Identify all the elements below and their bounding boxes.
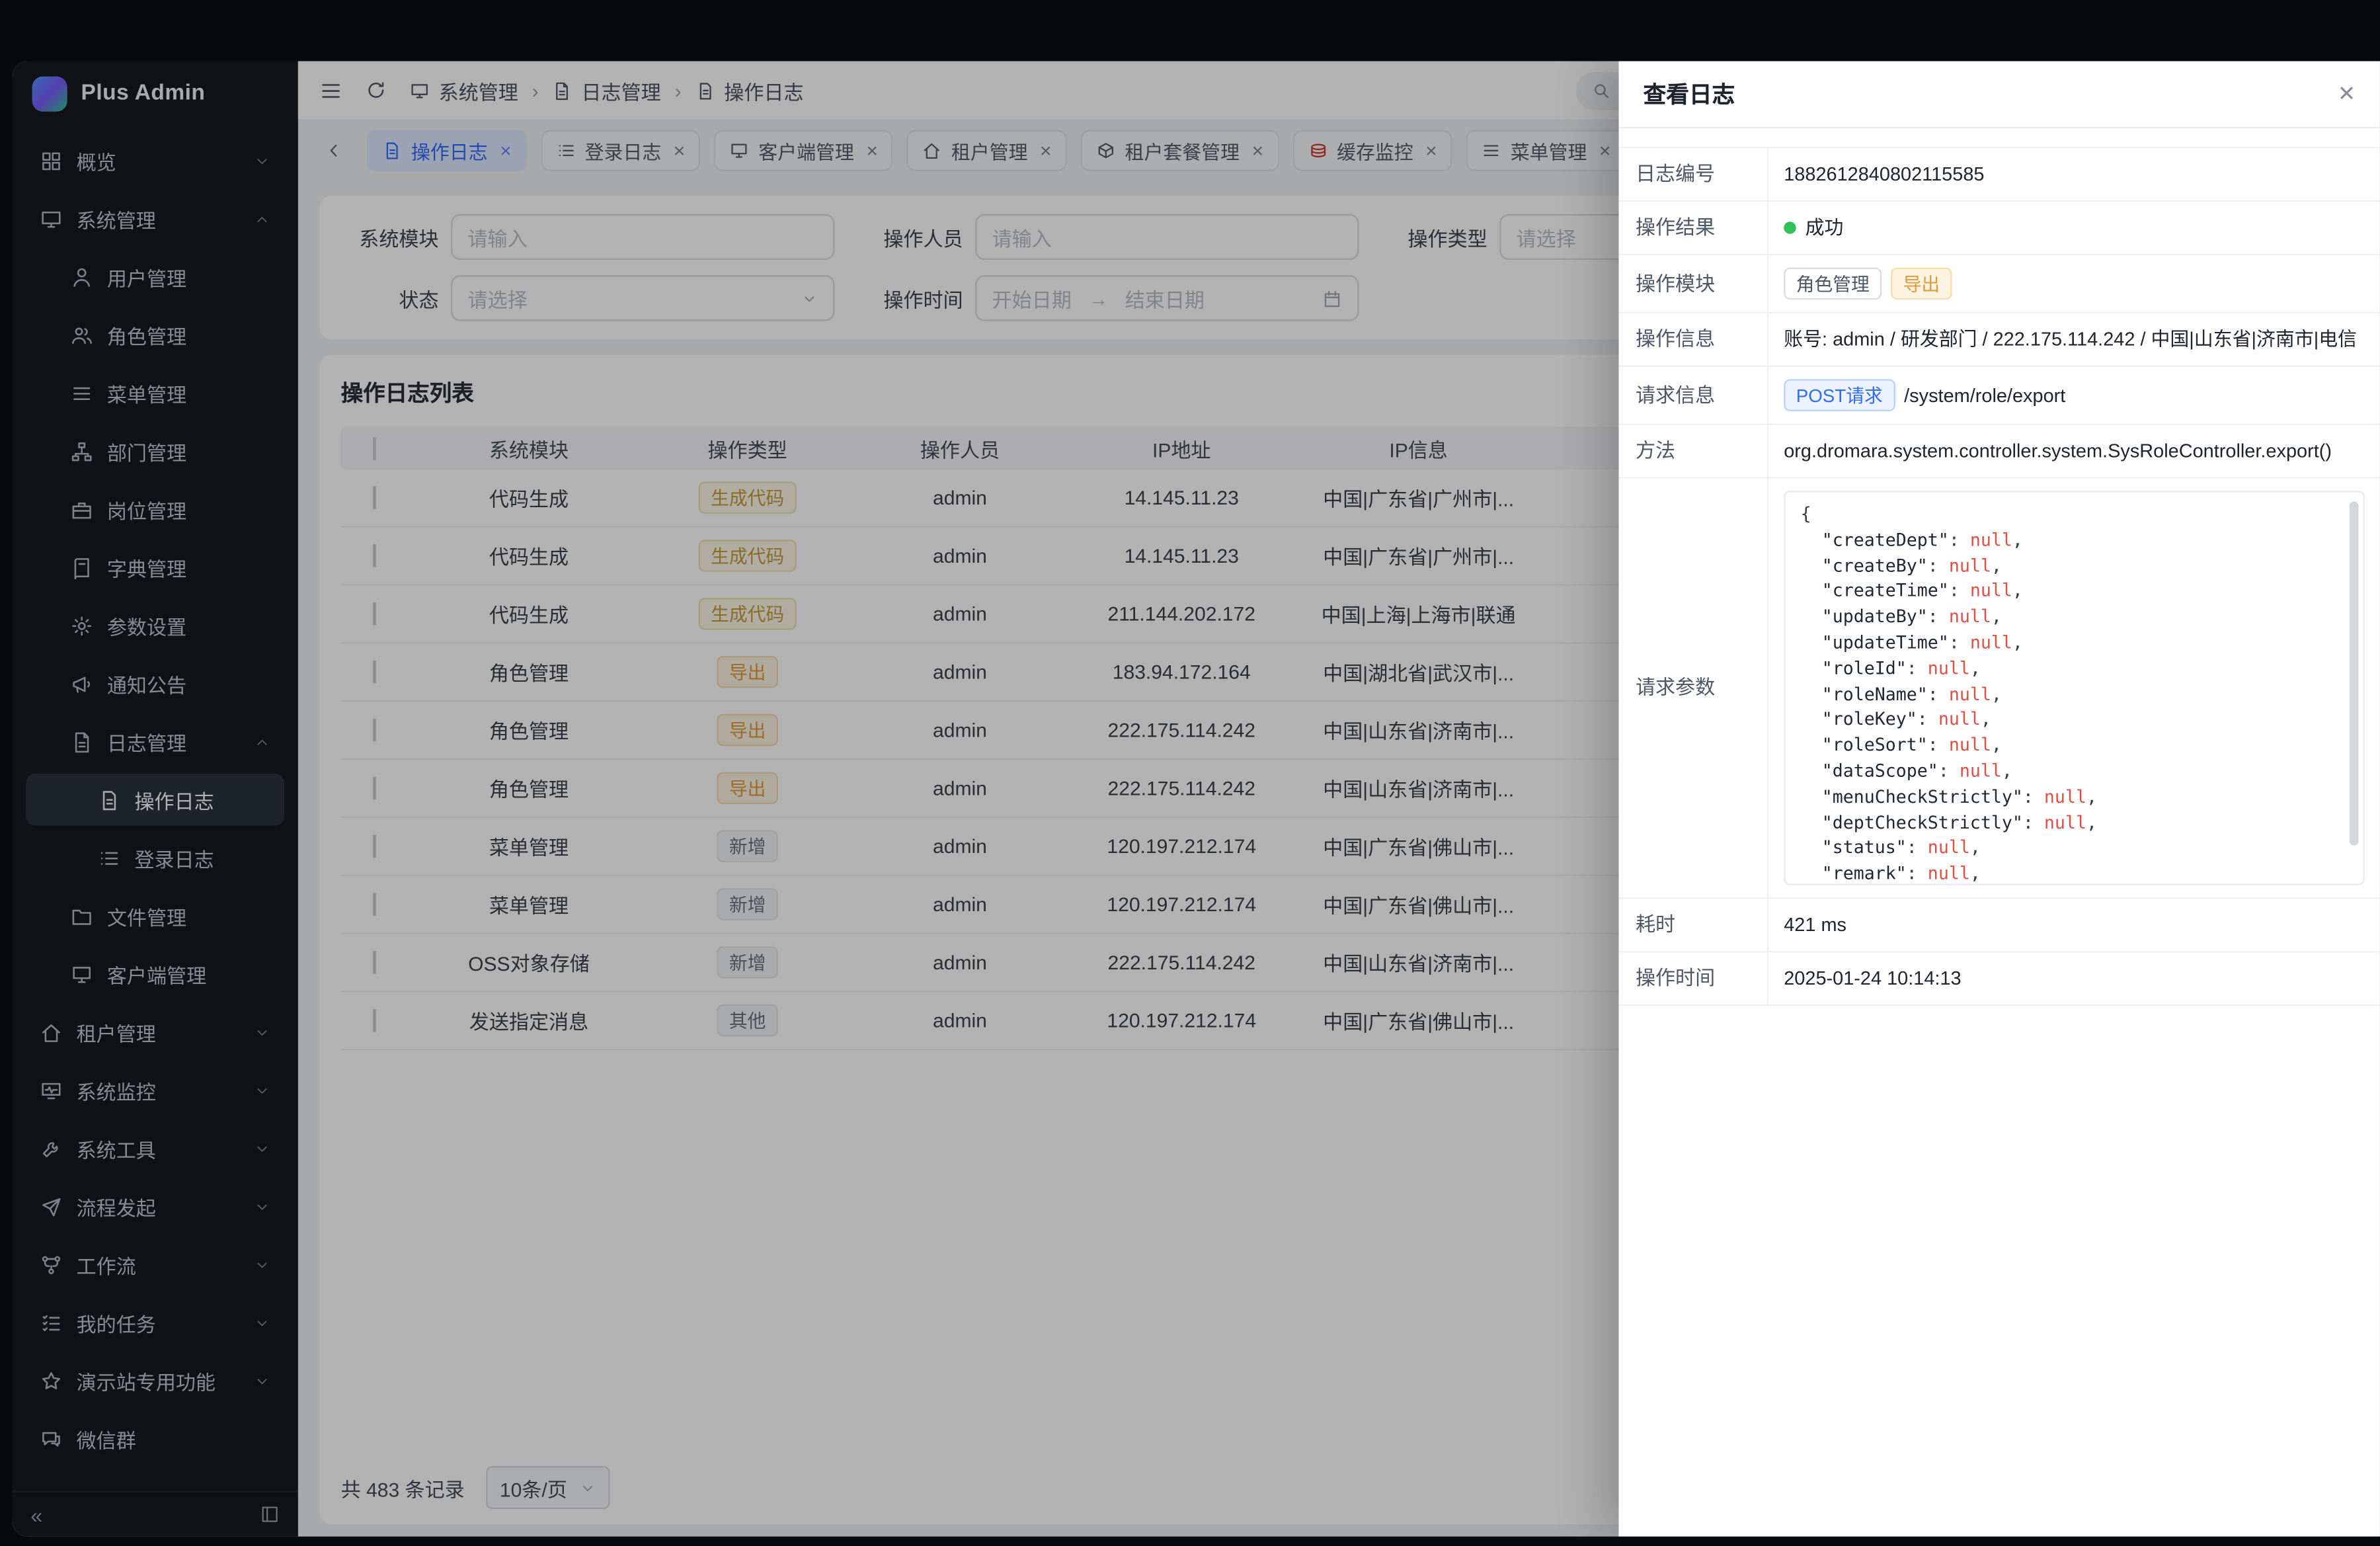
json-null: null: [1928, 862, 1970, 883]
json-null: null: [1970, 631, 2012, 653]
json-key: "deptCheckStrictly": [1822, 811, 2023, 833]
json-key: "createDept": [1822, 529, 1949, 550]
drawer-row-value: 账号: admin / 研发部门 / 222.175.114.242 / 中国|…: [1768, 313, 2380, 366]
drawer-row: 方法org.dromara.system.controller.system.S…: [1619, 425, 2380, 479]
drawer-row-label: 操作时间: [1619, 952, 1769, 1004]
drawer-row: 操作模块角色管理导出: [1619, 255, 2380, 313]
drawer-row-label: 请求参数: [1619, 479, 1769, 898]
json-null: null: [2044, 811, 2086, 833]
request-path: /system/role/export: [1904, 382, 2065, 409]
drawer-title: 查看日志: [1644, 78, 1735, 110]
json-null: null: [1949, 606, 1991, 627]
module-tag: 导出: [1891, 268, 1952, 300]
json-key: "menuCheckStrictly": [1822, 786, 2023, 807]
drawer-row-value: POST请求/system/role/export: [1768, 367, 2380, 424]
request-params-code[interactable]: { "createDept": null, "createBy": null, …: [1784, 491, 2365, 885]
json-key: "roleId": [1822, 657, 1907, 678]
view-log-drawer: 查看日志 日志编号1882612840802115585操作结果 成功操作模块角色…: [1619, 61, 2380, 1536]
drawer-row-label: 日志编号: [1619, 148, 1769, 200]
drawer-row-value: 421 ms: [1768, 899, 2380, 952]
status-text: 成功: [1805, 214, 1844, 242]
request-method-tag: POST请求: [1784, 379, 1895, 411]
drawer-header: 查看日志: [1619, 61, 2380, 128]
close-icon[interactable]: [2338, 81, 2356, 107]
drawer-row: 请求信息POST请求/system/role/export: [1619, 367, 2380, 425]
drawer-row: 操作信息账号: admin / 研发部门 / 222.175.114.242 /…: [1619, 313, 2380, 367]
json-null: null: [1949, 734, 1991, 755]
code-scrollbar-thumb[interactable]: [2350, 501, 2359, 846]
json-key: "updateTime": [1822, 631, 1949, 653]
json-key: "roleSort": [1822, 734, 1928, 755]
log-detail-descriptions: 日志编号1882612840802115585操作结果成功操作模块角色管理导出操…: [1619, 128, 2380, 1536]
drawer-row-label: 请求信息: [1619, 367, 1769, 424]
drawer-row-label: 操作结果: [1619, 202, 1769, 254]
json-null: null: [1960, 760, 2002, 781]
json-key: "createTime": [1822, 580, 1949, 601]
json-null: null: [1970, 529, 2012, 550]
drawer-row-value: 角色管理导出: [1768, 255, 2380, 312]
json-null: null: [1938, 708, 1981, 729]
drawer-row-value: 2025-01-24 10:14:13: [1768, 952, 2380, 1004]
drawer-row-label: 耗时: [1619, 899, 1769, 952]
app-window: Plus Admin 概览系统管理用户管理角色管理菜单管理部门管理岗位管理字典管…: [12, 61, 2379, 1536]
drawer-row-label: 操作模块: [1619, 255, 1769, 312]
drawer-row: 耗时421 ms: [1619, 899, 2380, 953]
json-null: null: [1949, 554, 1991, 575]
drawer-row: 日志编号1882612840802115585: [1619, 147, 2380, 202]
drawer-row-value: org.dromara.system.controller.system.Sys…: [1768, 425, 2380, 477]
json-null: null: [1949, 683, 1991, 704]
screen: Plus Admin 概览系统管理用户管理角色管理菜单管理部门管理岗位管理字典管…: [0, 0, 2380, 1546]
json-key: "updateBy": [1822, 606, 1928, 627]
json-key: "createBy": [1822, 554, 1928, 575]
json-null: null: [2044, 786, 2086, 807]
drawer-row: 操作结果 成功: [1619, 202, 2380, 255]
json-null: null: [1928, 657, 1970, 678]
json-key: "remark": [1822, 862, 1907, 883]
json-null: null: [1928, 837, 1970, 858]
json-key: "dataScope": [1822, 760, 1938, 781]
drawer-row-label: 操作信息: [1619, 313, 1769, 366]
drawer-row-value: { "createDept": null, "createBy": null, …: [1768, 479, 2380, 898]
drawer-row: 操作时间2025-01-24 10:14:13: [1619, 952, 2380, 1006]
drawer-row-value: 成功: [1768, 202, 2380, 254]
drawer-row-label: 方法: [1619, 425, 1769, 477]
json-key: "roleName": [1822, 683, 1928, 704]
drawer-row-value: 1882612840802115585: [1768, 148, 2380, 200]
drawer-row: 请求参数{ "createDept": null, "createBy": nu…: [1619, 479, 2380, 899]
json-key: "roleKey": [1822, 708, 1917, 729]
module-tag: 角色管理: [1784, 268, 1882, 300]
json-key: "status": [1822, 837, 1907, 858]
json-null: null: [1970, 580, 2012, 601]
status-dot: [1784, 222, 1796, 233]
